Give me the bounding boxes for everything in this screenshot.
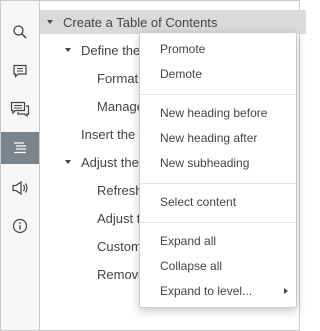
comment-icon xyxy=(13,64,27,78)
menu-item-select-content[interactable]: Select content xyxy=(140,190,296,214)
navigation-button[interactable] xyxy=(1,132,39,164)
menu-item-new-subheading[interactable]: New subheading xyxy=(140,151,296,175)
menu-separator xyxy=(140,183,296,184)
feedback-button[interactable] xyxy=(1,172,39,204)
info-icon xyxy=(12,218,28,234)
left-toolbar xyxy=(1,1,40,330)
chevron-down-icon[interactable] xyxy=(65,160,71,164)
menu-item-new-heading-after[interactable]: New heading after xyxy=(140,126,296,150)
navigation-icon xyxy=(14,142,26,154)
menu-item-new-heading-before[interactable]: New heading before xyxy=(140,101,296,125)
menu-item-expand-all[interactable]: Expand all xyxy=(140,229,296,253)
menu-item-expand-to-level-label: Expand to level... xyxy=(160,284,253,298)
chat-button[interactable] xyxy=(1,93,39,125)
search-button[interactable] xyxy=(1,16,39,48)
tree-item-label: Insert the T xyxy=(81,126,147,142)
about-button[interactable] xyxy=(1,210,39,242)
menu-item-promote[interactable]: Promote xyxy=(140,37,296,61)
tree-item-label: Refresh xyxy=(97,182,143,198)
chat-icon xyxy=(10,101,30,117)
tree-item-label: Create a Table of Contents xyxy=(63,14,218,30)
chevron-down-icon[interactable] xyxy=(47,20,53,24)
chevron-down-icon[interactable] xyxy=(65,48,71,52)
menu-separator xyxy=(140,94,296,95)
search-icon xyxy=(13,25,27,39)
tree-item-label: Define the xyxy=(81,42,141,58)
menu-item-collapse-all[interactable]: Collapse all xyxy=(140,254,296,278)
context-menu: Promote Demote New heading before New he… xyxy=(139,32,297,308)
menu-item-expand-to-level[interactable]: Expand to level... xyxy=(140,279,296,303)
menu-item-demote[interactable]: Demote xyxy=(140,62,296,86)
tree-item-label: Manage xyxy=(97,98,144,114)
menu-separator xyxy=(140,222,296,223)
tree-item-label: Customi xyxy=(97,238,145,254)
tree-item-create-toc[interactable]: Create a Table of Contents xyxy=(40,10,306,34)
feedback-icon xyxy=(12,180,28,196)
chevron-right-icon xyxy=(284,288,288,294)
comments-button[interactable] xyxy=(1,55,39,87)
